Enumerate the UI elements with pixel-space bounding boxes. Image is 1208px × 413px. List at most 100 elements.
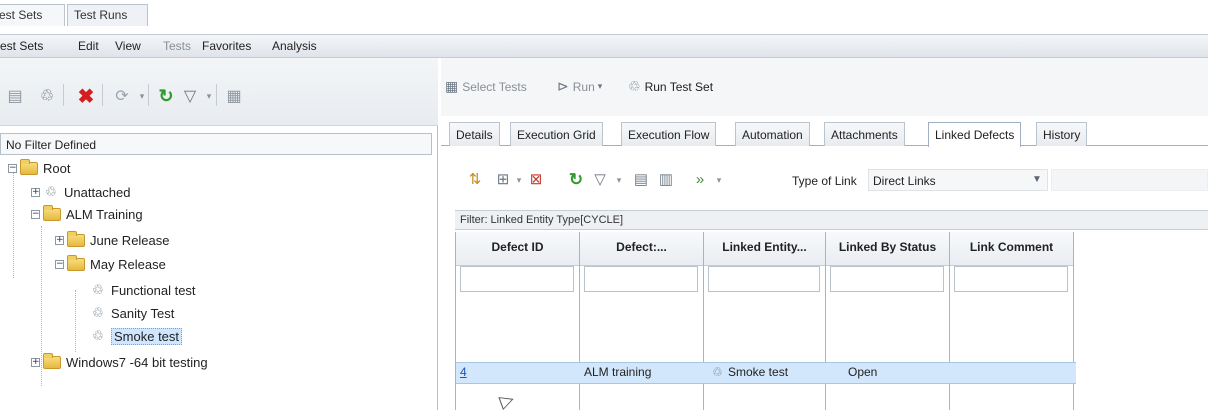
details-toolbar: ▦ Select Tests ⊳ Run ▾ ♲ Run Test Set	[441, 58, 1208, 116]
expand-icon[interactable]: +	[31, 357, 40, 367]
tree-label: Root	[43, 160, 71, 176]
tree-guide	[75, 290, 76, 352]
tree-label: Unattached	[64, 184, 131, 200]
remove-link-icon[interactable]: ⊠	[526, 170, 546, 190]
tree-node-smoke-test[interactable]: ♲ Smoke test	[90, 326, 183, 346]
tree-node-sanity-test[interactable]: ♲ Sanity Test	[90, 303, 174, 323]
cell-linked-by-status: Open	[848, 365, 878, 379]
run-icon: ⊳	[557, 78, 569, 94]
column-header-linked-entity[interactable]: Linked Entity...	[704, 232, 825, 266]
column-header-defect[interactable]: Defect:...	[580, 232, 703, 266]
select-tests-label: Select Tests	[462, 79, 527, 94]
tree-label: Sanity Test	[111, 305, 175, 321]
new-test-set-icon[interactable]: ♲	[37, 86, 57, 106]
filter-status: No Filter Defined	[0, 133, 432, 155]
tree-node-root[interactable]: − Root	[8, 158, 70, 178]
chevron-down-icon[interactable]: ▾	[709, 170, 729, 190]
folder-icon	[43, 204, 61, 221]
tab-execution-grid[interactable]: Execution Grid	[510, 122, 603, 146]
funnel-icon[interactable]: ▽	[180, 86, 200, 106]
tree-node-functional-test[interactable]: ♲ Functional test	[90, 280, 196, 300]
test-set-icon: ♲	[712, 365, 723, 379]
tree-node-windows7[interactable]: + Windows7 -64 bit testing	[31, 352, 208, 372]
go-to-defect-icon[interactable]: »	[690, 170, 710, 190]
refresh-icon[interactable]: ↻	[566, 170, 586, 190]
collapse-icon[interactable]: −	[8, 163, 17, 173]
tree-node-june-release[interactable]: + June Release	[55, 230, 170, 250]
column-header-linked-by-status[interactable]: Linked By Status	[826, 232, 949, 266]
chevron-down-icon[interactable]: ▾	[132, 86, 152, 106]
menu-favorites[interactable]: Favorites	[202, 39, 251, 53]
menu-view[interactable]: View	[115, 39, 141, 53]
run-test-set-button[interactable]: ♲ Run Test Set	[628, 78, 713, 95]
delete-icon[interactable]: ✖	[76, 86, 96, 108]
link-type-select[interactable]: Direct Links	[868, 169, 1048, 191]
column-filter-input[interactable]	[954, 266, 1068, 292]
menu-tests[interactable]: Tests	[163, 39, 191, 53]
chevron-down-icon: ▾	[597, 81, 603, 91]
menu-analysis[interactable]: Analysis	[272, 39, 317, 53]
tab-execution-flow[interactable]: Execution Flow	[621, 122, 717, 146]
column-filter-input[interactable]	[584, 266, 698, 292]
cell-linked-entity: Smoke test	[728, 365, 789, 379]
details-icon[interactable]: ▦	[224, 86, 244, 106]
folder-icon	[67, 230, 85, 247]
tab-test-runs[interactable]: Test Runs	[67, 4, 148, 26]
folder-icon	[67, 254, 85, 271]
menu-edit[interactable]: Edit	[78, 39, 99, 53]
tree-label-selected: Smoke test	[111, 327, 183, 345]
run-test-set-label: Run Test Set	[644, 79, 714, 94]
test-sets-tree-pane: ▤ ♲ ✖ ⟳ ▾ ↻ ▽ ▾ ▦ No Filter Defined − Ro…	[0, 58, 438, 410]
tree-label: June Release	[90, 232, 170, 248]
collapse-icon[interactable]: −	[31, 209, 40, 219]
column-header-link-comment[interactable]: Link Comment	[950, 232, 1073, 266]
test-set-icon: ♲	[92, 328, 104, 343]
link-defect-icon[interactable]: ⇅	[465, 170, 485, 190]
tab-details[interactable]: Details	[449, 122, 500, 146]
run-button[interactable]: ⊳ Run ▾	[557, 78, 606, 95]
grid-filter-status: Filter: Linked Entity Type[CYCLE]	[455, 210, 1208, 230]
tree-label: May Release	[90, 256, 166, 272]
folder-icon	[20, 158, 38, 175]
new-folder-icon[interactable]: ▤	[5, 86, 25, 106]
tab-automation[interactable]: Automation	[735, 122, 810, 146]
tree-node-unattached[interactable]: + ♲ Unattached	[31, 182, 131, 202]
run-test-set-icon: ♲	[628, 78, 641, 94]
test-set-details-pane: ▦ Select Tests ⊳ Run ▾ ♲ Run Test Set De…	[441, 58, 1208, 410]
columns-icon[interactable]: ▥	[656, 170, 676, 190]
expand-icon[interactable]: +	[55, 235, 64, 245]
tab-attachments[interactable]: Attachments	[824, 122, 905, 146]
collapse-icon[interactable]: −	[55, 259, 64, 269]
column-header-defect-id[interactable]: Defect ID	[456, 232, 579, 266]
move-icon[interactable]: ⟳	[112, 86, 132, 106]
chevron-down-icon[interactable]: ▾	[609, 170, 629, 190]
tree-node-alm-training[interactable]: − ALM Training	[31, 204, 143, 224]
tab-test-sets[interactable]: est Sets	[0, 4, 65, 26]
tree-label: Functional test	[111, 282, 196, 298]
detail-tab-bar: Details Execution Grid Execution Flow Au…	[441, 120, 1208, 147]
tree-label: Windows7 -64 bit testing	[66, 354, 208, 370]
defect-details-icon[interactable]: ▤	[631, 170, 651, 190]
funnel-icon[interactable]: ▽	[590, 170, 610, 190]
toolbar-separator	[102, 84, 103, 106]
test-sets-tree: − Root + ♲ Unattached − ALM Training + J…	[0, 158, 438, 408]
cell-defect-summary: ALM training	[584, 365, 652, 379]
test-set-icon: ♲	[45, 184, 57, 199]
cell-defect-id[interactable]: 4	[460, 365, 467, 379]
select-tests-button[interactable]: ▦ Select Tests	[445, 78, 527, 95]
menu-test-sets[interactable]: est Sets	[0, 39, 43, 53]
link-type-label: Type of Link	[792, 174, 857, 188]
tab-linked-defects[interactable]: Linked Defects	[928, 122, 1022, 147]
tree-label: ALM Training	[66, 206, 143, 222]
column-filter-input[interactable]	[708, 266, 820, 292]
chevron-down-icon[interactable]: ▼	[1028, 169, 1046, 191]
refresh-icon[interactable]: ↻	[156, 86, 176, 106]
test-set-icon: ♲	[92, 282, 104, 297]
column-filter-input[interactable]	[830, 266, 944, 292]
column-filter-input[interactable]	[460, 266, 574, 292]
test-set-icon: ♲	[92, 305, 104, 320]
expand-icon[interactable]: +	[31, 187, 40, 197]
tree-node-may-release[interactable]: − May Release	[55, 254, 166, 274]
tab-history[interactable]: History	[1036, 122, 1088, 146]
tree-toolbar: ▤ ♲ ✖ ⟳ ▾ ↻ ▽ ▾ ▦	[0, 58, 438, 126]
